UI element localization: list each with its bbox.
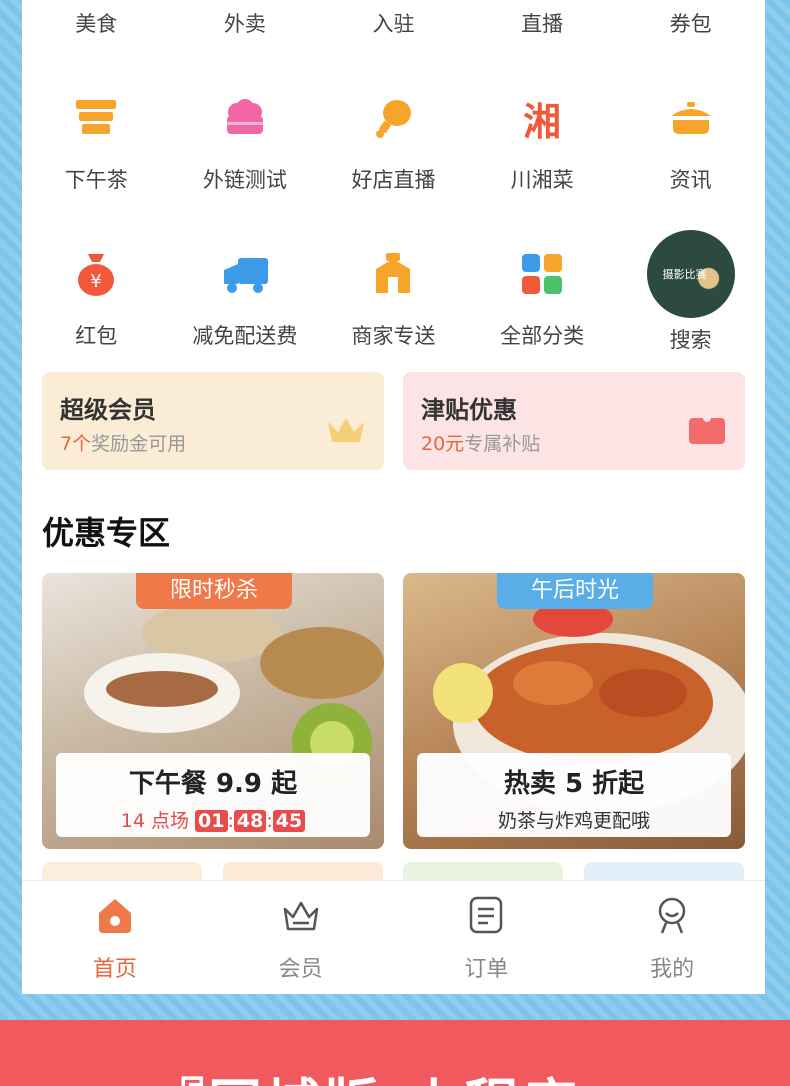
card-subtitle: 20元专属补贴 <box>421 433 541 455</box>
cake-icon <box>217 90 273 146</box>
category-free-delivery[interactable]: 减免配送费 <box>171 246 320 366</box>
promo-info-box: 下午餐 9.9 起 14 点场 01:48:45 <box>56 753 370 837</box>
promo-afternoon-meal[interactable]: 限时秒杀 下午餐 9.9 起 14 点场 01:48:45 <box>42 573 384 849</box>
svg-text:¥: ¥ <box>91 271 102 292</box>
photo-contest-icon: 摄影比赛 <box>646 230 735 318</box>
category-label: 红包 <box>75 324 118 348</box>
tab-home[interactable]: 首页 <box>22 881 207 994</box>
subsidy-card[interactable]: 津贴优惠 20元专属补贴 <box>403 372 745 470</box>
category-label: 全部分类 <box>500 324 585 348</box>
tab-orders[interactable]: 订单 <box>394 881 579 994</box>
bottom-banner: 『同城版·小程序』 <box>0 1020 790 1086</box>
scooter-icon <box>365 246 421 302</box>
profile-icon <box>652 895 692 939</box>
money-bag-icon: ¥ <box>68 246 124 302</box>
category-label: 商家专送 <box>351 324 436 348</box>
category-red-packet[interactable]: ¥ 红包 <box>22 246 171 366</box>
pot-icon <box>663 90 719 146</box>
promo-tag: 限时秒杀 <box>136 573 292 609</box>
category-live-store[interactable]: 好店直播 <box>319 90 468 210</box>
promo-hot-sale[interactable]: 午后时光 热卖 5 折起 奶茶与炸鸡更配哦 <box>403 573 745 849</box>
promo-title: 热卖 5 折起 <box>503 769 645 799</box>
category-merchant-delivery[interactable]: 商家专送 <box>319 246 468 366</box>
super-member-card[interactable]: 超级会员 7个奖励金可用 <box>42 372 384 470</box>
crown-icon <box>326 414 366 450</box>
ticket-icon <box>687 414 727 450</box>
category-join[interactable]: 入驻 <box>319 8 468 38</box>
promo-subtitle: 奶茶与炸鸡更配哦 <box>497 810 650 832</box>
crown-icon <box>281 895 321 939</box>
category-food[interactable]: 美食 <box>22 8 171 38</box>
promo-tag: 午后时光 <box>497 573 653 609</box>
truck-icon <box>217 246 273 302</box>
order-icon <box>466 895 506 939</box>
card-title: 超级会员 <box>60 396 156 424</box>
category-afternoon-tea[interactable]: 下午茶 <box>22 90 171 210</box>
category-label: 好店直播 <box>351 168 436 192</box>
category-grid-row-2: ¥ 红包 减免配送费 商家专送 全部分类 摄影比赛 搜索 <box>22 230 765 366</box>
tab-label: 我的 <box>650 957 695 982</box>
category-all[interactable]: 全部分类 <box>468 246 617 366</box>
category-grid-row-1: 下午茶 外链测试 好店直播 湘 川湘菜 资讯 <box>22 90 765 210</box>
top-category-row: 美食 外卖 入驻 直播 券包 <box>22 0 765 45</box>
card-subtitle: 7个奖励金可用 <box>60 433 187 455</box>
category-label: 搜索 <box>669 328 712 352</box>
tab-label: 会员 <box>278 957 323 982</box>
category-coupon[interactable]: 券包 <box>616 8 765 38</box>
cup-icon <box>68 90 124 146</box>
xiang-char-icon: 湘 <box>523 99 562 144</box>
promo-info-box: 热卖 5 折起 奶茶与炸鸡更配哦 <box>417 753 731 837</box>
category-takeout[interactable]: 外卖 <box>171 8 320 38</box>
drumstick-icon <box>365 90 421 146</box>
tab-profile[interactable]: 我的 <box>580 881 765 994</box>
grid-icon <box>514 246 570 302</box>
banner-title: 『同城版·小程序』 <box>150 1060 639 1086</box>
tab-label: 首页 <box>92 957 137 982</box>
category-sichuan-hunan[interactable]: 湘 川湘菜 <box>468 90 617 210</box>
category-label: 川湘菜 <box>510 168 574 192</box>
promo-title: 下午餐 9.9 起 <box>128 769 298 799</box>
category-label: 减免配送费 <box>192 324 298 348</box>
phone-screen: 美食 外卖 入驻 直播 券包 下午茶 外链测试 好店直播 湘 川湘菜 资讯 ¥ … <box>22 0 765 994</box>
category-search[interactable]: 摄影比赛 搜索 <box>616 230 765 366</box>
category-label: 外链测试 <box>202 168 287 192</box>
category-label: 下午茶 <box>64 168 128 192</box>
home-icon <box>95 895 135 939</box>
category-label: 资讯 <box>669 168 712 192</box>
category-live[interactable]: 直播 <box>468 8 617 38</box>
tab-member[interactable]: 会员 <box>208 881 393 994</box>
category-link-test[interactable]: 外链测试 <box>171 90 320 210</box>
tab-label: 订单 <box>464 957 509 982</box>
section-title: 优惠专区 <box>42 514 171 552</box>
bottom-tab-bar: 首页 会员 订单 我的 <box>22 880 765 994</box>
category-news[interactable]: 资讯 <box>616 90 765 210</box>
card-title: 津贴优惠 <box>421 396 517 424</box>
countdown-timer: 14 点场 01:48:45 <box>56 806 370 833</box>
